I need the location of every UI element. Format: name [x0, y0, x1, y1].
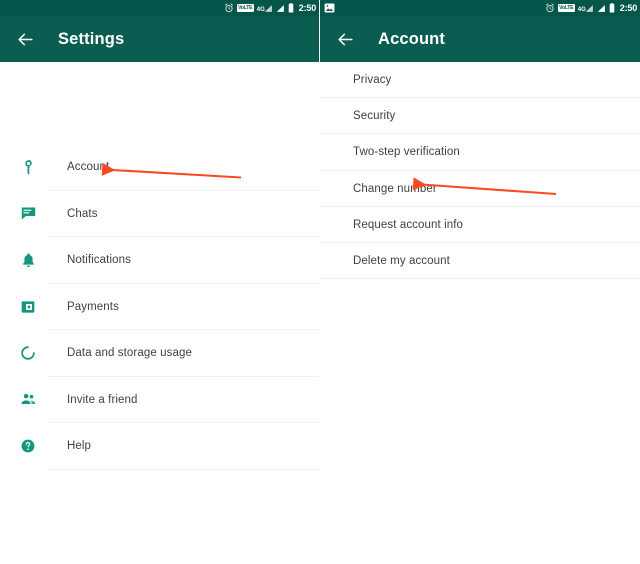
status-bar-left-icons	[324, 3, 545, 13]
list-item-change-number[interactable]: Change number	[320, 170, 640, 207]
network-4g-signal-icon: 4G	[578, 4, 594, 13]
page-title: Settings	[58, 29, 125, 48]
divider	[48, 468, 319, 470]
settings-list: Account Chats Notifications Payments Dat…	[0, 144, 319, 470]
list-item-label: Privacy	[353, 74, 392, 87]
status-bar-time: 2:50	[619, 3, 637, 13]
signal-bars-icon	[597, 4, 605, 12]
divider	[320, 278, 640, 280]
list-item-label: Change number	[353, 182, 437, 195]
status-bar-time: 2:50	[298, 3, 316, 13]
status-bar-right-icons: VoLTE 4G 2:50	[224, 3, 316, 13]
screenshot-image-icon	[324, 3, 335, 13]
volte-badge: VoLTE	[557, 4, 575, 12]
sidebar-item-label: Data and storage usage	[67, 347, 192, 360]
status-bar-account: VoLTE 4G 2:50	[320, 0, 640, 16]
battery-icon	[609, 3, 615, 13]
data-usage-circle-icon	[16, 341, 40, 365]
screenshot-pair: VoLTE 4G 2:50 Settings Account Chats Not…	[0, 0, 640, 564]
volte-badge: VoLTE	[236, 4, 254, 12]
list-item-label: Two-step verification	[353, 146, 460, 159]
payment-card-icon	[16, 295, 40, 319]
people-icon	[16, 388, 40, 412]
status-bar-right-icons: VoLTE 4G 2:50	[545, 3, 637, 13]
list-item-two-step-verification[interactable]: Two-step verification	[320, 134, 640, 171]
alarm-clock-icon	[545, 3, 554, 13]
list-item-security[interactable]: Security	[320, 98, 640, 135]
list-item-delete-my-account[interactable]: Delete my account	[320, 242, 640, 280]
signal-bars-icon	[276, 4, 284, 12]
key-icon	[16, 155, 40, 179]
list-item-label: Delete my account	[353, 255, 450, 268]
battery-icon	[288, 3, 294, 13]
list-item-privacy[interactable]: Privacy	[320, 62, 640, 99]
sidebar-item-payments[interactable]: Payments	[0, 283, 319, 330]
page-title: Account	[378, 29, 446, 48]
settings-app-bar: Settings	[0, 16, 319, 62]
status-bar-settings: VoLTE 4G 2:50	[0, 0, 319, 16]
help-question-icon	[16, 434, 40, 458]
sidebar-item-label: Help	[67, 440, 92, 453]
sidebar-item-chats[interactable]: Chats	[0, 190, 319, 237]
sidebar-item-account[interactable]: Account	[0, 144, 319, 191]
alarm-clock-icon	[224, 3, 233, 13]
sidebar-item-data-and-storage-usage[interactable]: Data and storage usage	[0, 330, 319, 377]
sidebar-item-label: Account	[67, 161, 110, 174]
account-screen: VoLTE 4G 2:50 Account Privacy Security T…	[320, 0, 640, 564]
list-item-label: Request account info	[353, 218, 464, 231]
profile-spacer	[0, 62, 319, 144]
sidebar-item-notifications[interactable]: Notifications	[0, 237, 319, 284]
sidebar-item-invite-a-friend[interactable]: Invite a friend	[0, 376, 319, 423]
sidebar-item-label: Notifications	[67, 254, 131, 267]
sidebar-item-label: Invite a friend	[67, 393, 138, 406]
settings-screen: VoLTE 4G 2:50 Settings Account Chats Not…	[0, 0, 320, 564]
back-arrow-icon	[337, 33, 353, 45]
account-list: Privacy Security Two-step verification C…	[320, 62, 640, 280]
sidebar-item-label: Payments	[67, 300, 119, 313]
network-4g-signal-icon: 4G	[257, 4, 273, 13]
list-item-label: Security	[353, 110, 396, 123]
sidebar-item-help[interactable]: Help	[0, 423, 319, 470]
list-item-request-account-info[interactable]: Request account info	[320, 206, 640, 243]
sidebar-item-label: Chats	[67, 207, 98, 220]
bell-icon	[16, 248, 40, 272]
back-button[interactable]	[334, 28, 356, 50]
account-app-bar: Account	[320, 16, 640, 62]
back-arrow-icon	[17, 33, 33, 45]
back-button[interactable]	[14, 28, 36, 50]
chat-bubble-icon	[16, 202, 40, 226]
